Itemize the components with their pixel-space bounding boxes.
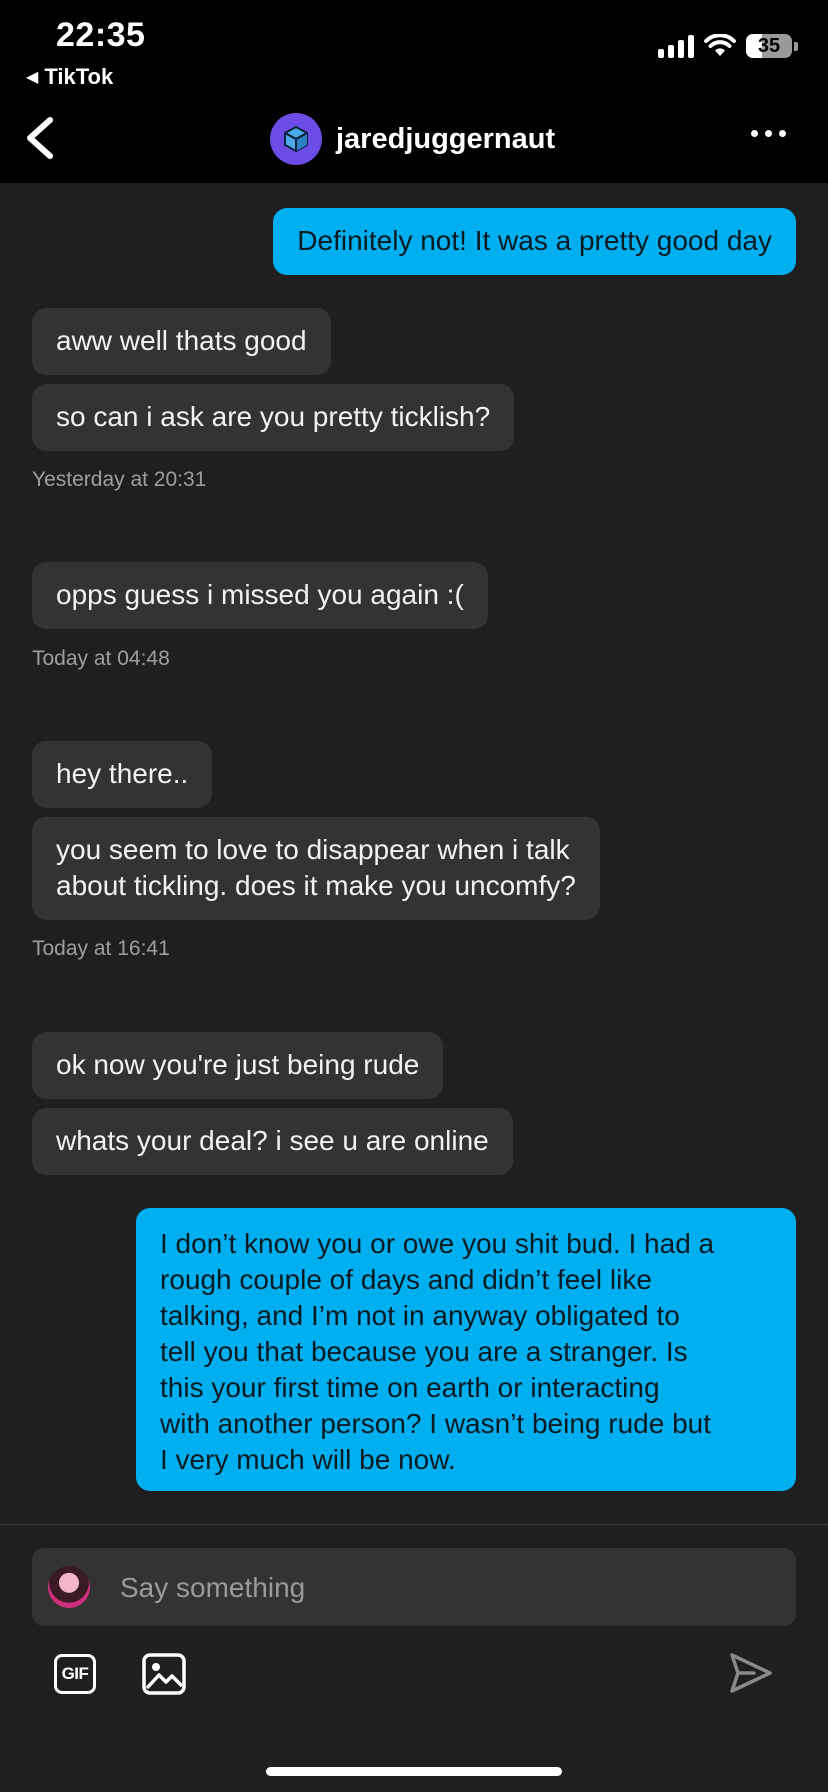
- message-timestamp: Today at 04:48: [32, 647, 170, 670]
- home-indicator[interactable]: [266, 1767, 562, 1776]
- message-bubble-incoming[interactable]: hey there..: [32, 741, 213, 808]
- status-time: 22:35: [56, 16, 146, 54]
- image-icon[interactable]: [141, 1652, 187, 1696]
- send-icon[interactable]: [728, 1650, 774, 1696]
- back-triangle-icon: ◀: [26, 69, 39, 86]
- back-to-app-link[interactable]: ◀ TikTok: [26, 64, 113, 90]
- user-avatar: [48, 1566, 90, 1608]
- conversation-header[interactable]: jaredjuggernaut: [270, 113, 555, 165]
- message-bubble-incoming[interactable]: whats your deal? i see u are online: [32, 1108, 513, 1175]
- status-icons: 35: [658, 34, 798, 58]
- battery-icon: 35: [746, 34, 798, 58]
- gif-icon[interactable]: GIF: [54, 1654, 96, 1694]
- message-composer[interactable]: [32, 1548, 796, 1626]
- message-bubble-outgoing[interactable]: Definitely not! It was a pretty good day: [273, 208, 796, 275]
- message-input[interactable]: [118, 1560, 762, 1616]
- wifi-icon: [704, 34, 736, 56]
- message-bubble-incoming[interactable]: you seem to love to disappear when i tal…: [32, 817, 600, 920]
- more-icon[interactable]: [751, 130, 786, 137]
- composer-divider: [0, 1524, 828, 1525]
- message-bubble-outgoing[interactable]: I don’t know you or owe you shit bud. I …: [136, 1208, 796, 1491]
- top-bar: 22:35 ◀ TikTok 35 jaredjuggernaut: [0, 0, 828, 183]
- message-bubble-incoming[interactable]: aww well thats good: [32, 308, 331, 375]
- cube-avatar-icon: [270, 113, 322, 165]
- message-bubble-incoming[interactable]: opps guess i missed you again :(: [32, 562, 488, 629]
- cellular-signal-icon: [658, 34, 694, 58]
- message-bubble-incoming[interactable]: ok now you're just being rude: [32, 1032, 444, 1099]
- message-bubble-incoming[interactable]: so can i ask are you pretty ticklish?: [32, 384, 515, 451]
- message-timestamp: Yesterday at 20:31: [32, 468, 207, 491]
- back-app-label: TikTok: [44, 64, 114, 89]
- username: jaredjuggernaut: [336, 122, 556, 155]
- battery-level: 35: [757, 34, 781, 57]
- back-arrow-icon[interactable]: [18, 112, 62, 164]
- message-timestamp: Today at 16:41: [32, 937, 170, 960]
